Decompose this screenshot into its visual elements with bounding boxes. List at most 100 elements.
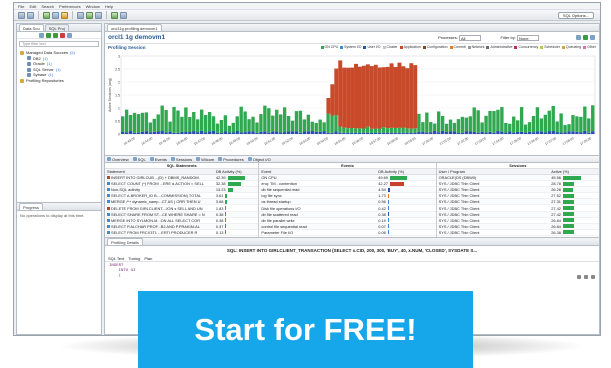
legend-item[interactable]: Administrative	[486, 45, 512, 49]
menu-search[interactable]: Search	[41, 4, 54, 9]
save-icon[interactable]	[27, 11, 34, 19]
on-cpu-bar	[571, 115, 575, 132]
refresh-icon[interactable]	[576, 35, 581, 40]
legend-item[interactable]: Queueing	[562, 45, 581, 49]
tab-sessions[interactable]: Sessions	[170, 157, 192, 162]
tab-events[interactable]: Events	[149, 157, 167, 162]
legend-item[interactable]: Commit	[449, 45, 466, 49]
on-cpu-bar	[531, 115, 536, 133]
on-cpu-bar	[184, 107, 188, 133]
tab-progress[interactable]: Progress	[19, 203, 44, 210]
explain-icon[interactable]	[61, 11, 68, 19]
settings-icon[interactable]	[95, 11, 102, 19]
col-active[interactable]: Active (%)	[549, 169, 599, 174]
legend-item[interactable]: System I/O	[340, 45, 361, 49]
tab-profiling-details[interactable]: Profiling Details	[107, 238, 143, 245]
sql-code-editor[interactable]: INSERT INTO GI (	[105, 262, 599, 281]
tab-wlicom[interactable]: Wlicom	[196, 157, 214, 162]
zoom-out-icon[interactable]	[584, 275, 588, 279]
on-cpu-bar	[354, 128, 358, 133]
legend-item[interactable]: Scheduler	[540, 45, 560, 49]
menu-preferences[interactable]: Preferences	[59, 4, 81, 9]
legend-item[interactable]: Network	[467, 45, 484, 49]
disconnect-icon[interactable]	[60, 32, 65, 38]
menu-help[interactable]: Help	[105, 4, 113, 9]
on-cpu-bar	[385, 128, 390, 133]
grid-icon[interactable]	[77, 11, 84, 19]
new-icon[interactable]	[18, 11, 25, 19]
filter-by-select[interactable]: None	[517, 35, 539, 41]
database-icon[interactable]	[52, 11, 59, 19]
on-cpu-bar	[425, 112, 429, 133]
profiler-icon[interactable]	[86, 11, 93, 19]
application-bar	[365, 64, 370, 127]
execute-icon[interactable]	[111, 11, 118, 19]
col-event-activity[interactable]: DB Activity (%)	[376, 169, 435, 174]
on-cpu-bar	[543, 114, 548, 133]
tab-tuning[interactable]: Tuning	[128, 256, 140, 261]
col-db-activity[interactable]: DB Activity (%)	[214, 169, 259, 174]
tab-overview[interactable]: Overview	[107, 157, 129, 162]
user-io-bar	[381, 132, 386, 134]
on-cpu-bar	[275, 109, 279, 132]
help-icon[interactable]	[590, 35, 595, 40]
main-toolbar: SQL Options...	[14, 10, 600, 21]
tab-profiling-session[interactable]: orcl11g.profiling.demovm1	[107, 24, 162, 31]
legend-item[interactable]: Cluster	[382, 45, 398, 49]
legend-item[interactable]: User I/O	[363, 45, 381, 49]
legend-label: Configuration	[426, 45, 448, 49]
col-event[interactable]: Event	[259, 169, 376, 174]
legend-item[interactable]: Application	[399, 45, 421, 49]
user-io-bar	[121, 131, 125, 134]
activity-bar	[387, 230, 389, 235]
activity-bar	[225, 199, 228, 204]
tab-plan[interactable]: Plan	[144, 256, 152, 261]
tab-sql-text[interactable]: SQL Text	[108, 256, 124, 261]
history-icon[interactable]	[120, 11, 127, 19]
table-row[interactable]: SYS / JDBC Thin Client 26.38	[436, 230, 599, 236]
filter-input[interactable]: Type filter text	[19, 41, 99, 47]
col-user-program[interactable]: User / Program	[437, 169, 550, 174]
on-cpu-bar	[440, 116, 445, 131]
legend-item[interactable]: ON CPU	[320, 45, 338, 49]
collapse-icon[interactable]	[39, 32, 44, 38]
row-value: 26.84	[551, 217, 561, 223]
activity-bar	[562, 181, 575, 186]
tree-item[interactable]: Profiling Repositories	[20, 78, 98, 84]
tab-data-sources[interactable]: Data Sou	[19, 24, 44, 31]
legend-item[interactable]: Concurrency	[514, 45, 538, 49]
zoom-in-icon[interactable]	[577, 275, 581, 279]
tab-label: SQL	[137, 156, 146, 162]
menu-file[interactable]: File	[18, 4, 24, 9]
menu-edit[interactable]: Edit	[29, 4, 36, 9]
tab-sql-projects[interactable]: SQL Proj	[44, 24, 69, 31]
row-label-cell: SYS / JDBC Thin Client	[437, 199, 550, 204]
user-io-bar	[464, 131, 469, 134]
table-row[interactable]: SELECT FROM FRCX3T1 ...ERTI PRODUCER R 0.…	[105, 230, 259, 236]
database-title[interactable]: orcl1 1g demovm1	[108, 34, 165, 41]
refresh-icon[interactable]	[67, 32, 72, 38]
start-for-free-button[interactable]: Start for FREE!	[138, 291, 473, 368]
tab-sql[interactable]: SQL	[132, 156, 146, 162]
legend-item[interactable]: Configuration	[422, 45, 448, 49]
legend-item[interactable]: Other	[583, 45, 596, 49]
menu-window[interactable]: Window	[86, 4, 100, 9]
legend-swatch	[363, 45, 367, 49]
toolbar-separator	[38, 11, 39, 19]
y-tick-label: 2.5	[115, 67, 120, 71]
sql-options-button[interactable]: SQL Options...	[557, 12, 594, 19]
tab-procedures[interactable]: Procedures	[218, 157, 244, 162]
left-panel: Data Sou SQL Proj Type filter text Manag…	[16, 23, 102, 335]
record-icon[interactable]	[583, 35, 588, 40]
tab-object-i-o[interactable]: Object I/O	[247, 157, 271, 162]
row-label: db file scattered read	[261, 211, 298, 217]
connect-icon[interactable]	[53, 32, 58, 38]
col-statement[interactable]: Statement	[105, 169, 214, 174]
on-cpu-bar	[160, 105, 164, 131]
run-icon[interactable]	[43, 11, 50, 19]
add-icon[interactable]	[46, 32, 51, 38]
copy-icon[interactable]	[591, 275, 595, 279]
legend-label: Administrative	[490, 45, 513, 49]
table-row[interactable]: Parameter File I/O 0.06	[259, 230, 436, 236]
processes-select[interactable]: All	[459, 35, 481, 41]
